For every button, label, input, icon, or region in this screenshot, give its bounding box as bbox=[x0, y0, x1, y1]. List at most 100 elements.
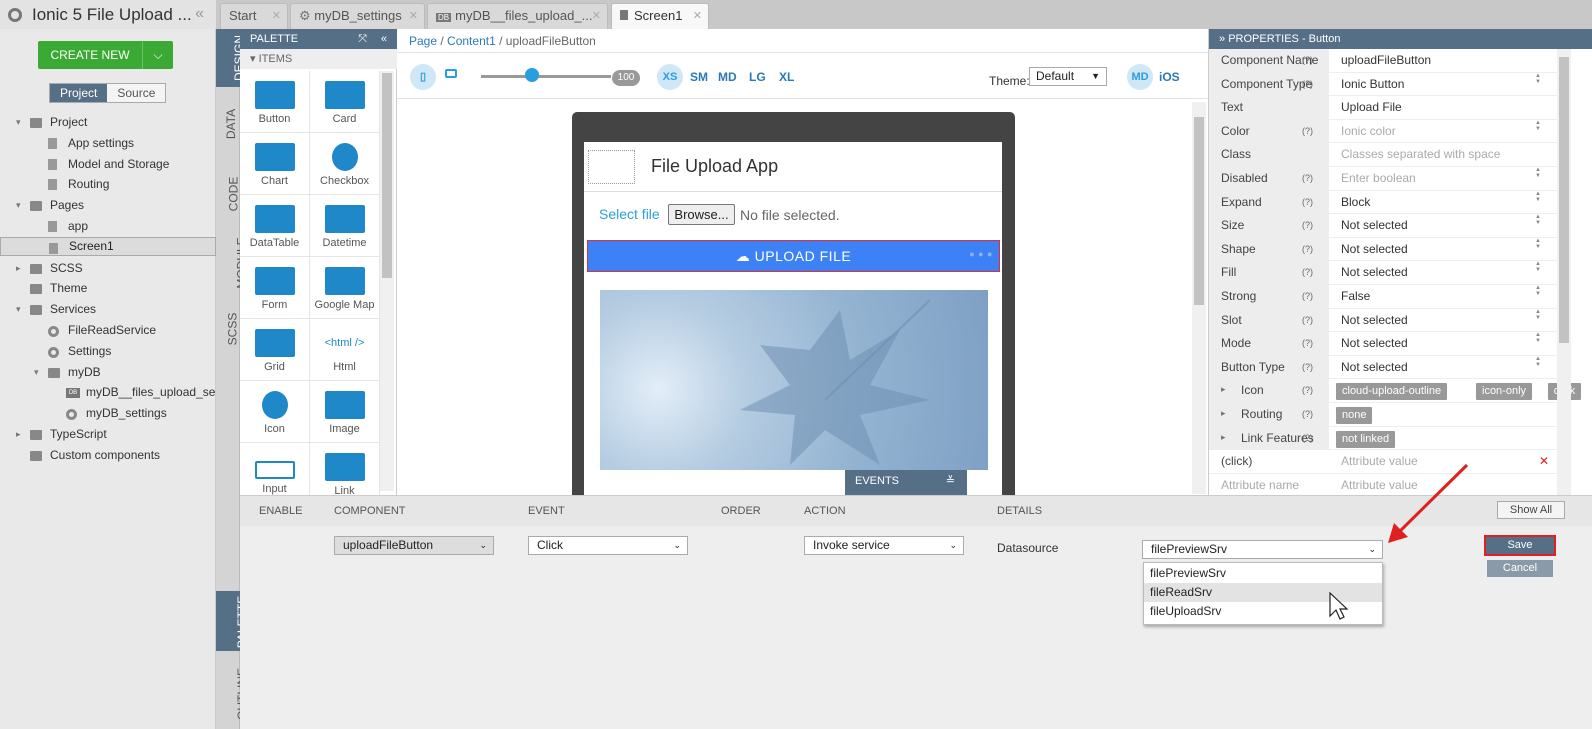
collapse-palette-icon[interactable]: « bbox=[381, 29, 387, 49]
tab-module[interactable]: MODULE bbox=[216, 234, 249, 294]
tree-item[interactable]: App settings bbox=[0, 133, 216, 154]
cancel-button[interactable]: Cancel bbox=[1487, 560, 1553, 577]
size-sm-button[interactable]: SM bbox=[690, 70, 708, 84]
help-icon[interactable]: (?) bbox=[1302, 120, 1313, 143]
updown-icon[interactable]: ▲▼ bbox=[1526, 73, 1549, 85]
collapse-panel-icon[interactable]: « bbox=[195, 5, 204, 23]
close-icon[interactable]: ✕ bbox=[409, 4, 418, 28]
help-icon[interactable]: (?) bbox=[1302, 379, 1313, 402]
help-icon[interactable]: (?) bbox=[1302, 49, 1313, 72]
expand-down-icon[interactable]: ▾ bbox=[34, 362, 39, 383]
help-icon[interactable]: (?) bbox=[1302, 309, 1313, 332]
breadcrumb-content[interactable]: Content1 bbox=[447, 34, 496, 48]
save-button[interactable]: Save bbox=[1486, 537, 1554, 554]
mobile-device-icon[interactable]: ▯ bbox=[410, 64, 436, 90]
tree-item[interactable]: ▾ Services bbox=[0, 299, 216, 320]
palette-item[interactable]: Card bbox=[310, 71, 380, 133]
updown-icon[interactable]: ▲▼ bbox=[1526, 238, 1549, 250]
source-view-button[interactable]: Source bbox=[107, 84, 166, 102]
palette-item[interactable]: Grid bbox=[240, 319, 310, 381]
collapse-events-icon[interactable]: ≚ bbox=[946, 470, 955, 493]
palette-item[interactable]: Google Map bbox=[310, 257, 380, 319]
size-md-button[interactable]: MD bbox=[718, 70, 737, 84]
tab-data[interactable]: DATA bbox=[216, 99, 240, 149]
palette-item[interactable]: Form bbox=[240, 257, 310, 319]
datasource-select[interactable]: filePreviewSrv ⌄ bbox=[1142, 540, 1383, 559]
help-icon[interactable]: (?) bbox=[1302, 214, 1313, 237]
mode-md-button[interactable]: MD bbox=[1127, 64, 1153, 90]
component-tools-icon[interactable]: ● ● ● bbox=[969, 239, 993, 269]
updown-icon[interactable]: ▲▼ bbox=[1526, 167, 1549, 179]
chevron-down-icon[interactable]: ⌵ bbox=[143, 48, 173, 63]
property-value[interactable]: Not selected bbox=[1341, 332, 1408, 355]
updown-icon[interactable]: ▲▼ bbox=[1526, 309, 1549, 321]
property-value[interactable]: Not selected bbox=[1341, 214, 1408, 237]
property-value[interactable]: uploadFileButton bbox=[1341, 49, 1431, 72]
tree-item[interactable]: Routing bbox=[0, 174, 216, 195]
tab-mydb-settings[interactable]: ⚙ myDB_settings ✕ bbox=[290, 3, 425, 29]
tab-start[interactable]: Start ✕ bbox=[220, 3, 288, 29]
upload-file-button[interactable]: ☁ UPLOAD FILE ● ● ● bbox=[587, 240, 1000, 272]
expand-right-icon[interactable]: ▸ bbox=[16, 424, 21, 445]
browse-button[interactable]: Browse... bbox=[668, 204, 735, 225]
property-value[interactable]: Ionic color bbox=[1341, 120, 1396, 143]
tree-item[interactable]: myDB_settings bbox=[0, 403, 216, 424]
size-lg-button[interactable]: LG bbox=[749, 70, 766, 84]
expand-right-icon[interactable]: ▸ bbox=[16, 258, 21, 279]
tree-item[interactable]: Settings bbox=[0, 341, 216, 362]
tab-code[interactable]: CODE bbox=[216, 169, 240, 219]
property-value[interactable]: Not selected bbox=[1341, 238, 1408, 261]
palette-item[interactable]: Icon bbox=[240, 381, 310, 443]
help-icon[interactable]: (?) bbox=[1302, 167, 1313, 190]
expand-right-icon[interactable]: ▸ bbox=[1221, 408, 1226, 419]
tree-item[interactable]: ▾ Pages bbox=[0, 195, 216, 216]
expand-icon[interactable]: ⤧ bbox=[358, 29, 367, 49]
zoom-slider-handle[interactable] bbox=[525, 68, 539, 82]
tree-item[interactable]: Screen1 bbox=[0, 236, 216, 256]
tree-item[interactable]: DB myDB__files_upload_servi... bbox=[0, 382, 216, 403]
option-filepreviewsrv[interactable]: filePreviewSrv bbox=[1144, 564, 1382, 583]
header-placeholder[interactable] bbox=[588, 150, 635, 184]
component-select[interactable]: uploadFileButton ⌄ bbox=[334, 536, 494, 555]
palette-item[interactable]: Checkbox bbox=[310, 133, 380, 195]
events-panel-header[interactable]: EVENTS ≚ bbox=[845, 470, 967, 495]
project-view-button[interactable]: Project bbox=[50, 84, 108, 102]
tab-outline[interactable]: OUTLINE bbox=[216, 657, 249, 729]
updown-icon[interactable]: ▲▼ bbox=[1526, 120, 1549, 132]
expand-down-icon[interactable]: ▾ bbox=[16, 195, 21, 216]
size-xs-button[interactable]: XS bbox=[657, 64, 683, 90]
canvas-scroll-thumb[interactable] bbox=[1194, 117, 1204, 305]
expand-down-icon[interactable]: ▾ bbox=[16, 112, 21, 133]
property-value[interactable]: False bbox=[1341, 285, 1370, 308]
help-icon[interactable]: (?) bbox=[1302, 261, 1313, 284]
zoom-slider[interactable] bbox=[481, 75, 611, 78]
select-file-label[interactable]: Select file bbox=[599, 206, 660, 222]
property-value[interactable]: Upload File bbox=[1341, 96, 1402, 119]
tab-mydb-files-upload[interactable]: DB myDB__files_upload_... ✕ bbox=[427, 3, 608, 29]
tab-scss[interactable]: SCSS bbox=[216, 304, 240, 354]
property-tag[interactable]: cloud-upload-outline bbox=[1336, 383, 1448, 401]
tree-item[interactable]: ▸ TypeScript bbox=[0, 424, 216, 445]
expand-right-icon[interactable]: ▸ bbox=[1221, 432, 1226, 443]
property-value[interactable]: Not selected bbox=[1341, 261, 1408, 284]
updown-icon[interactable]: ▲▼ bbox=[1526, 356, 1549, 368]
property-tag[interactable]: icon-only bbox=[1476, 383, 1533, 401]
expand-panel-icon[interactable]: » bbox=[1219, 33, 1228, 45]
close-icon[interactable]: ✕ bbox=[272, 4, 281, 28]
palette-item[interactable]: Chart bbox=[240, 133, 310, 195]
tree-item[interactable]: ▾ myDB bbox=[0, 362, 216, 383]
palette-item[interactable]: <html /> Html bbox=[310, 319, 380, 381]
close-icon[interactable]: ✕ bbox=[592, 4, 601, 28]
palette-item[interactable]: Image bbox=[310, 381, 380, 443]
property-tag[interactable]: none bbox=[1336, 407, 1373, 424]
help-icon[interactable]: (?) bbox=[1302, 73, 1313, 96]
tab-palette[interactable]: PALETTE bbox=[216, 591, 249, 651]
property-value[interactable]: Ionic Button bbox=[1341, 73, 1404, 96]
tree-item[interactable]: ▾ Project bbox=[0, 112, 216, 133]
screen-title[interactable]: File Upload App bbox=[651, 156, 778, 177]
updown-icon[interactable]: ▲▼ bbox=[1526, 214, 1549, 226]
show-all-button[interactable]: Show All bbox=[1497, 501, 1565, 519]
screen-header[interactable] bbox=[584, 142, 1002, 192]
updown-icon[interactable]: ▲▼ bbox=[1526, 261, 1549, 273]
theme-select[interactable]: Default ▼ bbox=[1029, 67, 1107, 86]
